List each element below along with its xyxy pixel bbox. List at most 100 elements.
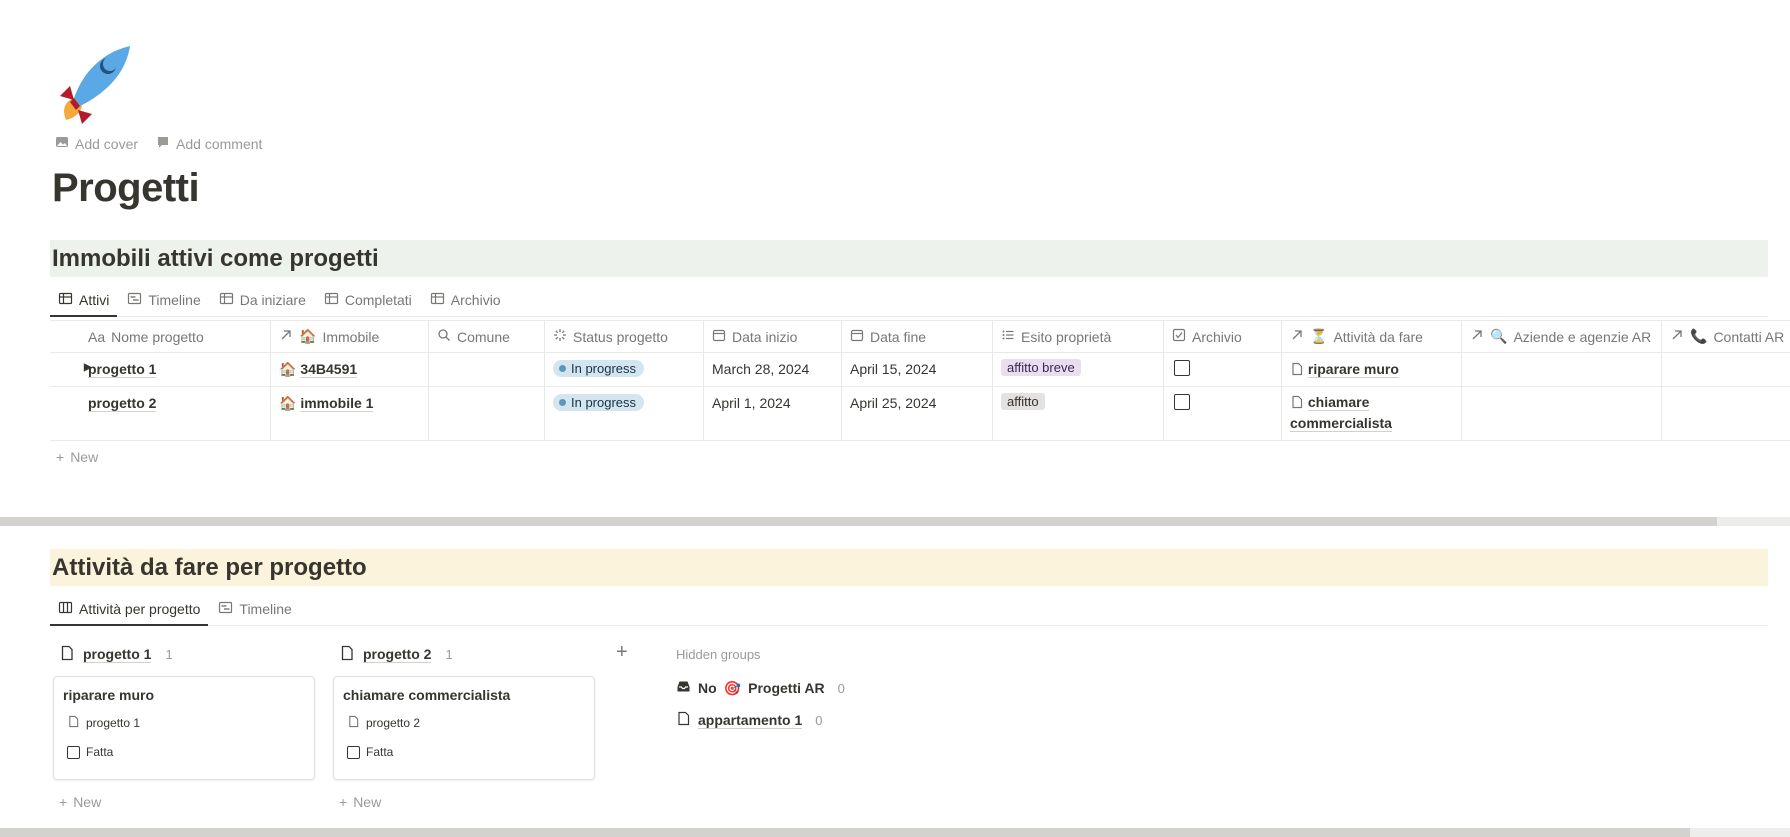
archivio-checkbox[interactable]: [1174, 360, 1190, 376]
cell-esito[interactable]: affitto breve: [993, 353, 1164, 386]
immobile-link[interactable]: 34B4591: [300, 361, 358, 378]
checkbox-icon[interactable]: [347, 745, 360, 759]
add-card-button[interactable]: + New: [333, 784, 595, 820]
column-header-aziende[interactable]: 🔍 Aziende e agenzie AR: [1462, 321, 1662, 352]
hidden-group-prefix: No: [698, 680, 717, 696]
view-tabs: Attivi Timeline Da iniziare Completati A…: [50, 283, 1768, 317]
tab-timeline[interactable]: Timeline: [210, 592, 299, 625]
column-header-esito[interactable]: Esito proprietà: [993, 321, 1164, 352]
page-title[interactable]: Progetti: [52, 166, 200, 211]
add-cover-button[interactable]: Add cover: [55, 135, 138, 152]
add-comment-button[interactable]: Add comment: [156, 135, 262, 152]
toggle-triangle-icon[interactable]: ▶: [84, 362, 92, 373]
hidden-group-appartamento[interactable]: appartamento 1 0: [674, 704, 934, 736]
card-project-relation[interactable]: progetto 1: [67, 715, 305, 731]
card-fatta-checkbox[interactable]: Fatta: [67, 745, 305, 759]
tab-label: Attivi: [79, 291, 110, 308]
cell-data-fine[interactable]: April 15, 2024: [842, 353, 993, 386]
cell-attivita[interactable]: chiamare commercialista: [1282, 387, 1462, 440]
column-label: Esito proprietà: [1021, 328, 1112, 345]
tab-da-iniziare[interactable]: Da iniziare: [211, 283, 314, 316]
cell-comune[interactable]: [429, 387, 545, 440]
hourglass-icon: ⏳: [1310, 328, 1328, 344]
cell-immobile[interactable]: 🏠 immobile 1: [271, 387, 429, 440]
page-icon: [67, 715, 80, 731]
add-new-row-button[interactable]: + New: [50, 441, 1790, 473]
checkbox-icon[interactable]: [67, 745, 80, 759]
scrollbar-thumb[interactable]: [0, 828, 1690, 837]
status-icon: [553, 328, 567, 345]
status-badge: In progress: [553, 394, 645, 411]
attivita-link-continued[interactable]: commercialista: [1290, 415, 1392, 432]
new-label: New: [73, 794, 102, 810]
column-header-status[interactable]: Status progetto: [545, 321, 704, 352]
archivio-checkbox[interactable]: [1174, 394, 1190, 410]
cell-comune[interactable]: [429, 353, 545, 386]
cell-immobile[interactable]: 🏠 34B4591: [271, 353, 429, 386]
table-row[interactable]: progetto 2 🏠 immobile 1 In progress Apri…: [50, 387, 1790, 441]
cell-status[interactable]: In progress: [545, 387, 704, 440]
house-icon: 🏠: [299, 328, 317, 344]
column-label: Contatti AR: [1713, 328, 1785, 345]
horizontal-scrollbar[interactable]: [0, 828, 1790, 837]
card-project-relation[interactable]: progetto 2: [347, 715, 585, 731]
column-header-data-fine[interactable]: Data fine: [842, 321, 993, 352]
row-title[interactable]: progetto 1: [88, 361, 157, 378]
comment-icon: [156, 135, 170, 152]
tab-timeline[interactable]: Timeline: [119, 283, 208, 316]
cell-data-inizio[interactable]: April 1, 2024: [704, 387, 842, 440]
add-card-button[interactable]: + New: [53, 784, 315, 820]
cell-attivita[interactable]: riparare muro: [1282, 353, 1462, 386]
row-title[interactable]: progetto 2: [88, 395, 157, 412]
inbox-icon: [676, 679, 691, 697]
tab-attivi[interactable]: Attivi: [50, 283, 118, 317]
tab-completati[interactable]: Completati: [316, 283, 420, 316]
status-label: In progress: [571, 395, 637, 410]
group-header[interactable]: progetto 2 1: [333, 636, 595, 672]
board-card[interactable]: riparare muro progetto 1 Fatta: [53, 676, 315, 780]
section-heading-immobili[interactable]: Immobili attivi come progetti: [50, 240, 1768, 277]
hidden-group-no-progetti[interactable]: No 🎯 Progetti AR 0: [674, 672, 934, 704]
cell-archivio[interactable]: [1164, 387, 1282, 440]
text-icon: Aa: [88, 328, 106, 345]
cell-archivio[interactable]: [1164, 353, 1282, 386]
cell-status[interactable]: In progress: [545, 353, 704, 386]
group-name[interactable]: progetto 1: [83, 646, 152, 663]
table-row[interactable]: ▶ progetto 1 🏠 34B4591 In progress March…: [50, 353, 1790, 387]
status-dot: [559, 399, 566, 406]
card-project: progetto 1: [86, 716, 141, 730]
cell-data-fine[interactable]: April 25, 2024: [842, 387, 993, 440]
rocket-icon[interactable]: [52, 40, 136, 124]
column-label: Immobile: [322, 328, 380, 345]
cell-nome-progetto[interactable]: progetto 2: [50, 387, 271, 440]
scrollbar-thumb[interactable]: [0, 517, 1717, 526]
cell-esito[interactable]: affitto: [993, 387, 1164, 440]
column-header-attivita[interactable]: ⏳ Attività da fare: [1282, 321, 1462, 352]
column-header-archivio[interactable]: Archivio: [1164, 321, 1282, 352]
immobile-link[interactable]: immobile 1: [300, 395, 374, 412]
board-card[interactable]: chiamare commercialista progetto 2 Fatta: [333, 676, 595, 780]
search-icon: [437, 328, 451, 345]
cell-data-inizio[interactable]: March 28, 2024: [704, 353, 842, 386]
section-heading-attivita[interactable]: Attività da fare per progetto: [50, 549, 1768, 586]
column-header-data-inizio[interactable]: Data inizio: [704, 321, 842, 352]
attivita-link[interactable]: chiamare: [1307, 394, 1370, 411]
cell-aziende[interactable]: [1462, 353, 1662, 386]
tab-attivita-per-progetto[interactable]: Attività per progetto: [50, 592, 209, 626]
tab-archivio[interactable]: Archivio: [422, 283, 509, 316]
group-header[interactable]: progetto 1 1: [53, 636, 315, 672]
cell-contatti[interactable]: [1662, 387, 1790, 440]
column-header-comune[interactable]: Comune: [429, 321, 545, 352]
cell-nome-progetto[interactable]: ▶ progetto 1: [50, 353, 271, 386]
cell-aziende[interactable]: [1462, 387, 1662, 440]
cell-contatti[interactable]: [1662, 353, 1790, 386]
add-group-button[interactable]: +: [616, 641, 628, 664]
card-fatta-checkbox[interactable]: Fatta: [347, 745, 585, 759]
column-header-immobile[interactable]: 🏠 Immobile: [271, 321, 429, 352]
new-label: New: [353, 794, 382, 810]
group-name[interactable]: progetto 2: [363, 646, 432, 663]
column-header-nome-progetto[interactable]: Aa Nome progetto: [50, 321, 271, 352]
attivita-link[interactable]: riparare muro: [1307, 361, 1399, 378]
column-header-contatti[interactable]: 📞 Contatti AR: [1662, 321, 1790, 352]
horizontal-scrollbar[interactable]: [0, 517, 1790, 526]
